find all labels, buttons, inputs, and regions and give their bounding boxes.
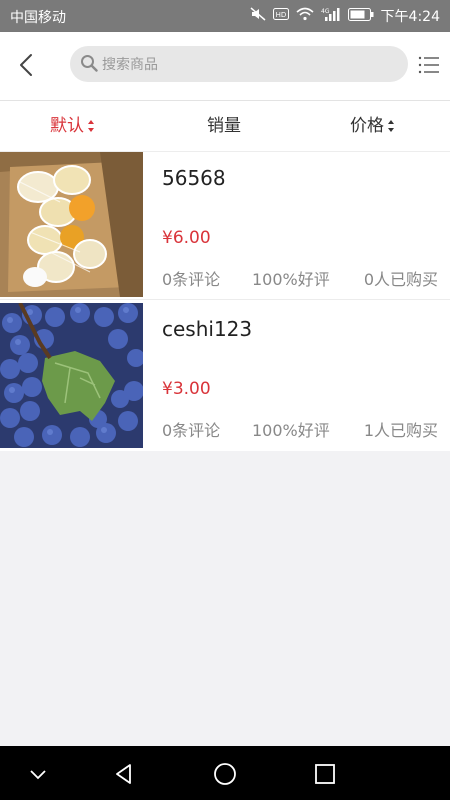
sort-default-label: 默认 — [50, 116, 84, 136]
mute-icon — [250, 7, 266, 25]
hd-icon: HD — [272, 8, 289, 24]
back-button[interactable] — [12, 50, 42, 80]
sort-bar: 默认 销量 价格 — [0, 101, 450, 152]
product-buyers: 0人已购买 — [363, 270, 438, 289]
product-price: ¥3.00 — [162, 379, 211, 399]
list-icon — [418, 56, 439, 74]
nav-back-button[interactable] — [111, 761, 137, 787]
triangle-back-icon — [116, 764, 131, 784]
circle-home-icon — [214, 763, 236, 785]
product-reviews: 0条评论 — [162, 270, 221, 289]
sort-arrows-icon — [88, 119, 94, 133]
system-nav-bar — [0, 746, 450, 800]
screen: 中国移动 HD 4G 下午4:24 搜索商品 默认 销量 价格 56568 ¥6… — [0, 0, 450, 800]
status-icons: HD 4G 下午4:24 — [250, 6, 440, 26]
svg-text:HD: HD — [275, 11, 286, 19]
product-name: ceshi123 — [162, 317, 253, 341]
product-item[interactable]: 56568 ¥6.00 0条评论 100%好评 0人已购买 — [0, 152, 450, 300]
chevron-down-icon — [30, 770, 46, 780]
nav-home-button[interactable] — [212, 761, 238, 787]
product-rating: 100%好评 — [252, 270, 330, 289]
search-input[interactable] — [100, 52, 394, 78]
sort-default-tab[interactable]: 默认 — [50, 101, 94, 151]
header-bar — [0, 32, 450, 101]
product-reviews: 0条评论 — [162, 421, 221, 440]
chevron-left-icon — [20, 54, 32, 76]
sort-sales-tab[interactable]: 销量 — [207, 101, 241, 151]
search-bar[interactable] — [70, 46, 408, 82]
carrier-label: 中国移动 — [10, 10, 66, 26]
list-divider — [0, 299, 450, 303]
svg-text:4G: 4G — [321, 8, 330, 15]
product-buyers: 1人已购买 — [363, 421, 438, 440]
wifi-icon — [296, 7, 314, 25]
status-bar: 中国移动 HD 4G 下午4:24 — [0, 0, 450, 32]
product-item[interactable]: ceshi123 ¥3.00 0条评论 100%好评 1人已购买 — [0, 303, 450, 451]
sort-price-tab[interactable]: 价格 — [350, 101, 394, 151]
sort-sales-label: 销量 — [207, 116, 241, 136]
sort-arrows-icon — [388, 119, 394, 133]
clock: 下午4:24 — [380, 9, 440, 25]
product-image-oranges — [0, 152, 143, 297]
list-menu-button[interactable] — [418, 54, 440, 76]
square-recents-icon — [315, 764, 335, 784]
sort-price-label: 价格 — [350, 116, 384, 136]
signal-icon: 4G — [321, 7, 341, 25]
search-icon — [80, 54, 98, 76]
product-image-grapes — [0, 303, 143, 448]
battery-icon — [347, 7, 374, 25]
product-name: 56568 — [162, 166, 226, 190]
nav-collapse-button[interactable] — [25, 761, 51, 787]
nav-recents-button[interactable] — [312, 761, 338, 787]
product-price: ¥6.00 — [162, 228, 211, 248]
product-rating: 100%好评 — [252, 421, 330, 440]
